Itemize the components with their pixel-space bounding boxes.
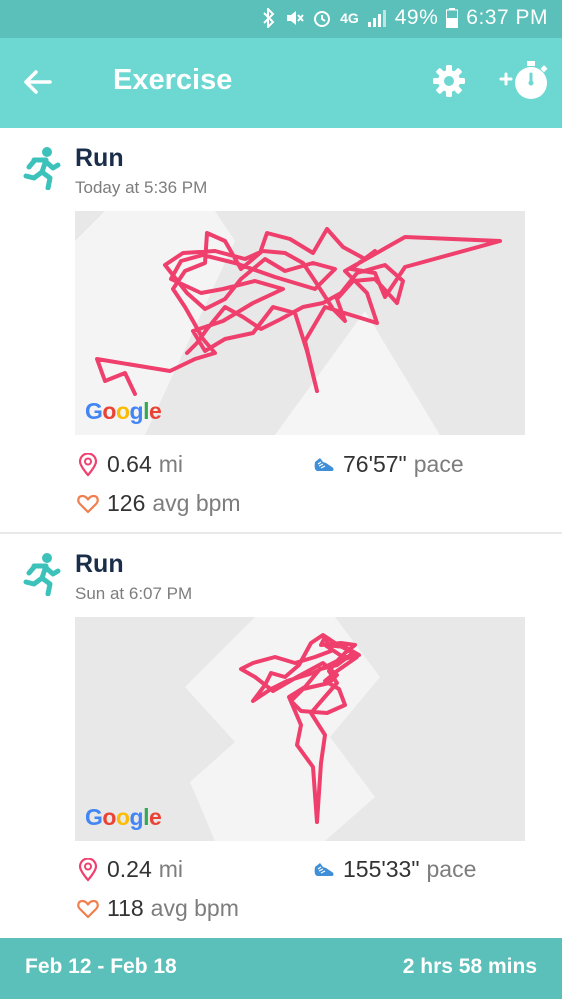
heart-icon (77, 899, 99, 918)
battery-percent: 49% (394, 6, 439, 29)
distance-unit: mi (158, 856, 184, 882)
run-icon (17, 146, 61, 191)
location-pin-icon (78, 857, 98, 882)
pace-stat: 76'57" pace (313, 451, 464, 478)
status-time: 6:37 PM (466, 6, 548, 29)
heart-rate-stat: 118 avg bpm (77, 895, 239, 922)
date-range: Feb 12 - Feb 18 (25, 955, 177, 978)
pace-value: 155'33" (343, 856, 420, 882)
activity-card[interactable]: Run Today at 5:36 PM Google 0.64 mi 76'5… (0, 128, 562, 533)
heart-icon (77, 494, 99, 513)
total-duration: 2 hrs 58 mins (402, 955, 537, 978)
activity-card[interactable]: Run Sun at 6:07 PM Google 0.24 mi 155'33… (0, 534, 562, 938)
app-bar: Exercise (0, 38, 562, 128)
add-timer-button[interactable] (498, 56, 552, 104)
activity-time: Sun at 6:07 PM (75, 584, 193, 603)
pace-stat: 155'33" pace (313, 856, 476, 883)
activity-title: Run (75, 550, 124, 578)
heart-rate-stat: 126 avg bpm (77, 490, 241, 517)
google-logo: Google (85, 398, 162, 424)
shoe-icon (314, 457, 334, 471)
add-stopwatch-icon (499, 61, 548, 99)
signal-icon (367, 8, 387, 28)
distance-value: 0.64 (107, 451, 152, 477)
battery-icon (446, 8, 459, 28)
run-icon (17, 552, 61, 597)
pace-unit: pace (413, 451, 464, 477)
network-type-label: 4G (340, 10, 359, 26)
page-title: Exercise (113, 64, 233, 96)
back-button[interactable] (18, 62, 58, 102)
distance-unit: mi (158, 451, 184, 477)
location-pin-icon (78, 452, 98, 477)
google-logo: Google (85, 804, 162, 830)
weekly-summary-bar[interactable]: Feb 12 - Feb 18 2 hrs 58 mins (0, 938, 562, 999)
distance-value: 0.24 (107, 856, 152, 882)
route-map[interactable]: Google (75, 211, 525, 435)
pace-value: 76'57" (343, 451, 407, 477)
alarm-icon (312, 8, 332, 28)
distance-stat: 0.24 mi (77, 856, 183, 883)
gear-icon (433, 65, 465, 97)
bpm-unit: avg bpm (152, 490, 241, 516)
route-map[interactable]: Google (75, 617, 525, 841)
status-bar: 4G 49% 6:37 PM (0, 0, 562, 38)
bluetooth-icon (262, 8, 276, 28)
bpm-value: 118 (107, 895, 144, 921)
arrow-left-icon (24, 70, 52, 94)
status-icons: 4G 49% 6:37 PM (262, 6, 548, 30)
activity-time: Today at 5:36 PM (75, 178, 208, 197)
bpm-value: 126 (107, 490, 146, 516)
distance-stat: 0.64 mi (77, 451, 183, 478)
mute-icon (284, 8, 304, 28)
settings-button[interactable] (430, 62, 468, 100)
shoe-icon (314, 862, 334, 876)
bpm-unit: avg bpm (150, 895, 239, 921)
pace-unit: pace (426, 856, 477, 882)
activity-title: Run (75, 144, 124, 172)
